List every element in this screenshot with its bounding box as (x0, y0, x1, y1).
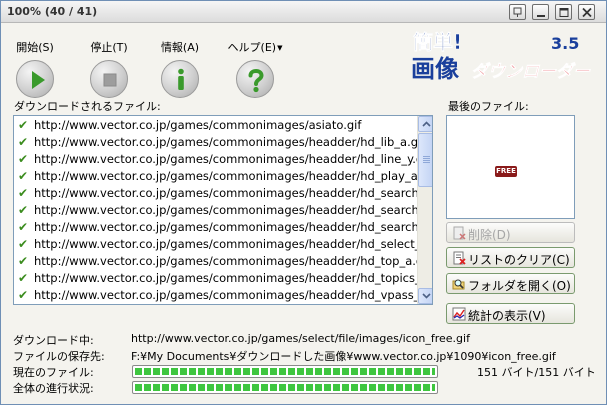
list-item-text: http://www.vector.co.jp/games/commonimag… (34, 152, 431, 166)
maximize-button[interactable] (555, 4, 572, 20)
clear-list-button[interactable]: リストのクリア(C) (446, 247, 575, 268)
clear-list-label: リストのクリア(C) (468, 253, 570, 267)
start-button[interactable]: 開始(S) (5, 27, 65, 98)
start-label: 開始(S) (16, 41, 54, 54)
logo-version: 3.5 (551, 34, 579, 53)
save-path-label: ファイルの保存先: (13, 350, 105, 363)
current-file-bytes: 151 バイト/151 バイト (477, 366, 596, 379)
play-icon (16, 60, 54, 98)
title-bar[interactable]: 100% (40 / 41) (1, 1, 606, 23)
scroll-down-button[interactable] (418, 288, 432, 304)
logo-line2: 画像 (411, 55, 460, 83)
check-icon: ✔ (18, 203, 29, 217)
clear-list-icon (453, 251, 466, 265)
list-item-text: http://www.vector.co.jp/games/commonimag… (34, 135, 426, 149)
app-window: 100% (40 / 41) 開始(S) 停止(T) 情報(A) ヘルプ(E)▼… (0, 0, 607, 405)
stop-label: 停止(T) (90, 41, 128, 54)
check-icon: ✔ (18, 152, 29, 166)
stop-button[interactable]: 停止(T) (79, 27, 139, 98)
free-badge-image: FREE (495, 166, 517, 177)
list-item-text: http://www.vector.co.jp/games/commonimag… (34, 118, 362, 132)
file-list[interactable]: ✔ http://www.vector.co.jp/games/commonima… (13, 115, 433, 305)
pin-button[interactable] (509, 4, 526, 20)
check-icon: ✔ (18, 288, 29, 302)
list-item-text: http://www.vector.co.jp/games/commonimag… (34, 169, 433, 183)
current-file-progress (132, 365, 438, 378)
overall-progress (132, 381, 438, 394)
minimize-button[interactable] (532, 4, 549, 20)
file-list-label: ダウンロードされるファイル: (14, 100, 161, 113)
info-label: 情報(A) (160, 41, 200, 54)
list-item-text: http://www.vector.co.jp/games/commonimag… (34, 288, 433, 302)
chevron-down-icon (422, 293, 431, 299)
info-button[interactable]: 情報(A) (150, 27, 210, 98)
help-label: ヘルプ(E)▼ (225, 39, 285, 55)
scroll-thumb[interactable] (418, 133, 432, 187)
list-item-text: http://www.vector.co.jp/games/commonimag… (34, 254, 431, 268)
grip-icon (423, 156, 430, 164)
overall-progress-label: 全体の進行状況: (13, 382, 94, 395)
maximize-icon (559, 8, 569, 17)
question-icon (236, 60, 274, 98)
last-file-preview: FREE (446, 115, 575, 219)
check-icon: ✔ (18, 220, 29, 234)
current-file-label: 現在のファイル: (13, 366, 94, 379)
delete-label: 削除(D) (468, 228, 511, 242)
list-item-text: http://www.vector.co.jp/games/commonimag… (34, 203, 433, 217)
logo-brand: ダウンローダー (471, 62, 591, 82)
overall-progress-fill (135, 384, 435, 391)
info-icon (161, 60, 199, 98)
list-item-text: http://www.vector.co.jp/games/commonimag… (34, 237, 433, 251)
open-folder-label: フォルダを開く(O) (468, 279, 571, 293)
close-button[interactable] (578, 4, 595, 20)
check-icon: ✔ (18, 135, 29, 149)
dropdown-caret-icon: ▼ (277, 44, 283, 52)
show-stats-button[interactable]: 統計の表示(V) (446, 303, 575, 324)
check-icon: ✔ (18, 237, 29, 251)
delete-button[interactable]: 削除(D) (446, 222, 575, 243)
list-item-text: http://www.vector.co.jp/games/commonimag… (34, 220, 433, 234)
check-icon: ✔ (18, 186, 29, 200)
minimize-icon (537, 15, 545, 17)
check-icon: ✔ (18, 271, 29, 285)
list-item-text: http://www.vector.co.jp/games/commonimag… (34, 271, 433, 285)
delete-file-icon (453, 226, 466, 240)
check-icon: ✔ (18, 169, 29, 183)
check-icon: ✔ (18, 254, 29, 268)
list-item-text: http://www.vector.co.jp/games/commonimag… (34, 186, 433, 200)
save-path-value: F:¥My Documents¥ダウンロードした画像¥www.vector.co… (131, 350, 556, 363)
app-logo: 簡単! 画像 ダウンローダー 3.5 (409, 25, 597, 87)
window-title: 100% (40 / 41) (7, 5, 98, 18)
chart-icon (452, 307, 466, 321)
last-file-label: 最後のファイル: (448, 100, 529, 113)
chevron-up-icon (422, 121, 431, 127)
check-icon: ✔ (18, 118, 29, 132)
folder-search-icon (452, 279, 465, 290)
help-button[interactable]: ヘルプ(E)▼ (225, 27, 285, 98)
pin-icon (513, 7, 522, 17)
scroll-up-button[interactable] (418, 116, 432, 132)
downloading-url: http://www.vector.co.jp/games/select/fil… (131, 332, 470, 345)
show-stats-label: 統計の表示(V) (468, 309, 546, 323)
downloading-label: ダウンロード中: (13, 334, 94, 347)
close-icon (582, 7, 592, 18)
help-label-text: ヘルプ(E) (227, 41, 277, 54)
open-folder-button[interactable]: フォルダを開く(O) (446, 273, 575, 294)
logo-line1: 簡単! (413, 30, 462, 54)
file-list-scrollbar[interactable] (417, 116, 432, 304)
stop-icon (90, 60, 128, 98)
current-file-progress-fill (135, 368, 435, 375)
